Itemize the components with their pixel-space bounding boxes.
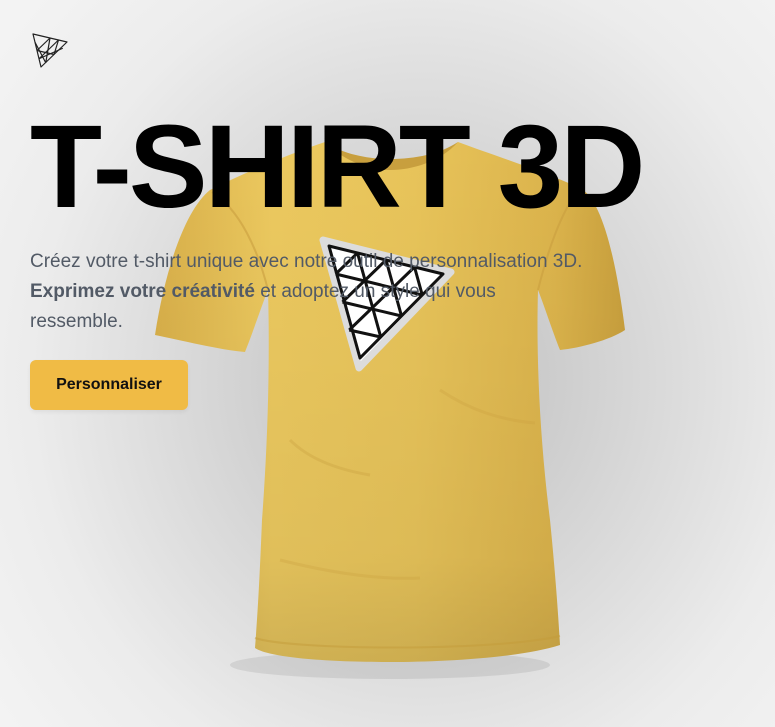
hero-subtitle-emphasis: Exprimez votre créativité — [30, 281, 255, 302]
logo[interactable] — [31, 31, 69, 69]
customize-button[interactable]: Personnaliser — [30, 360, 188, 410]
hero-title: T-SHIRT 3D — [30, 101, 645, 233]
hero-subtitle: Créez votre t-shirt unique avec notre ou… — [30, 247, 590, 337]
triangle-grid-logo-icon — [32, 33, 68, 68]
hero-subtitle-part1: Créez votre t-shirt unique avec notre ou… — [30, 251, 583, 272]
